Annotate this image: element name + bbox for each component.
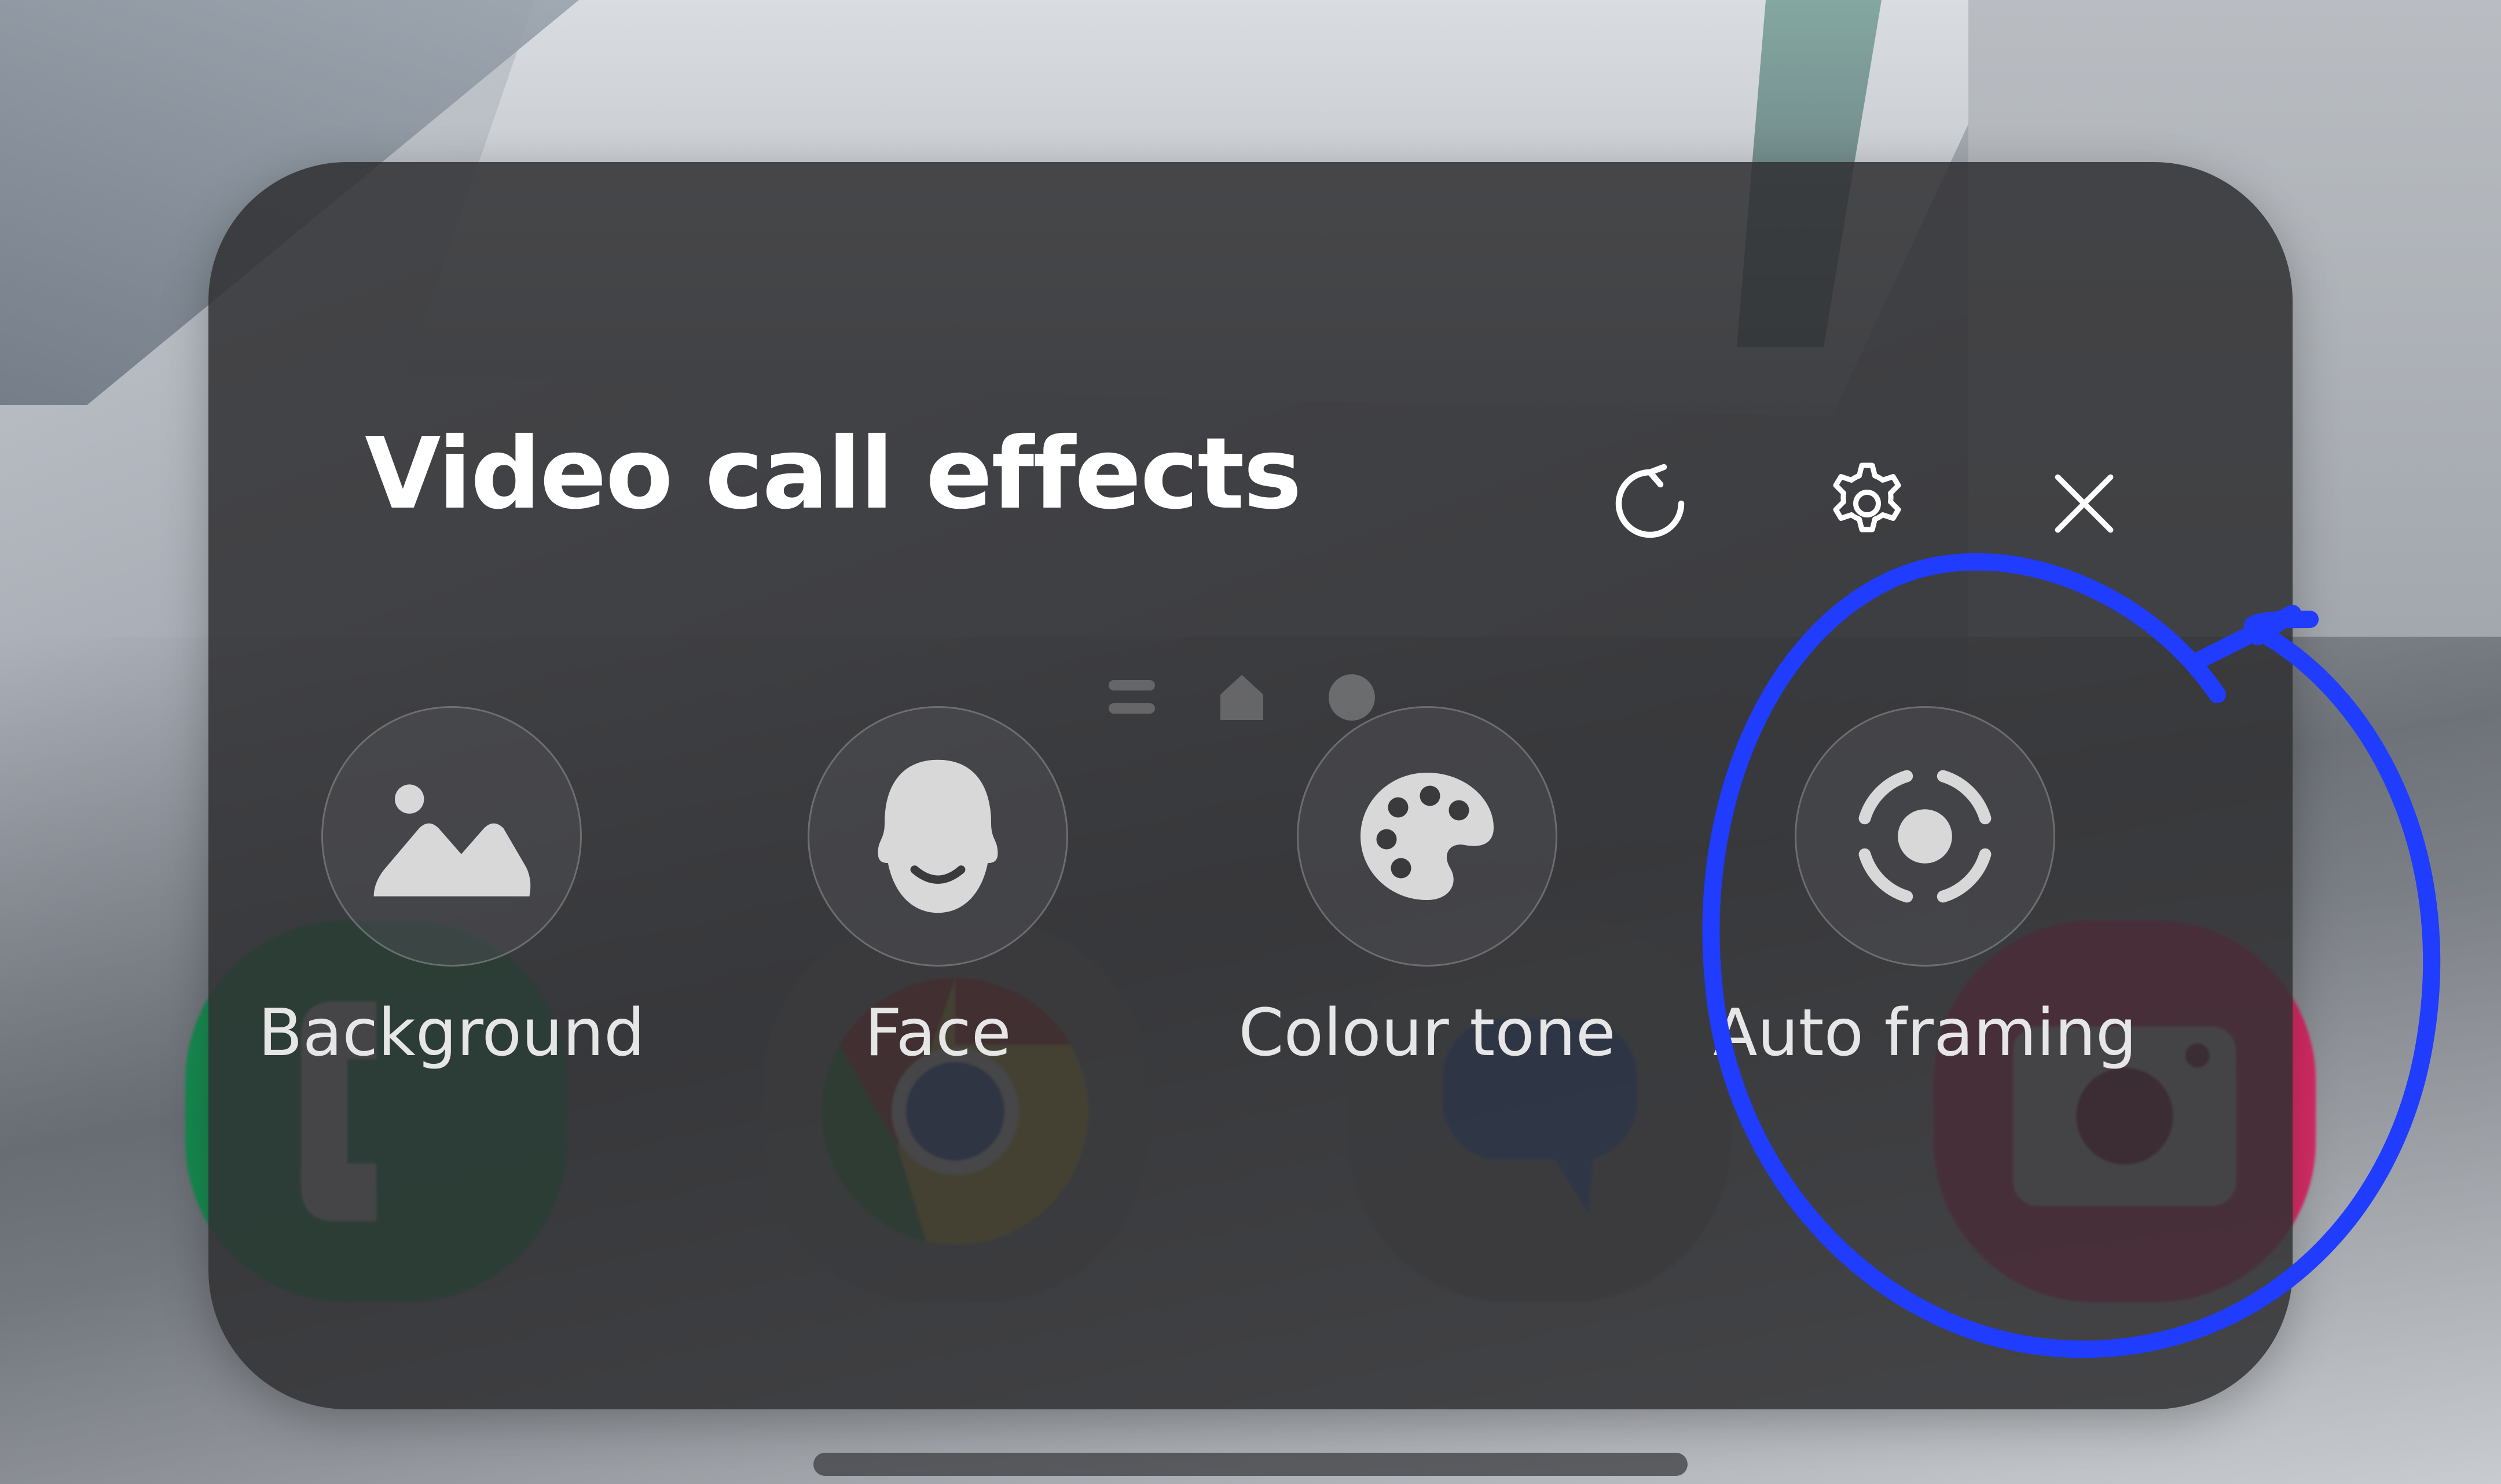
effect-label: Auto framing [1712,996,2137,1071]
close-icon [2055,474,2114,533]
effect-colour-tone[interactable]: Colour tone [1184,706,1670,1111]
close-button[interactable] [2020,440,2148,567]
effect-label: Colour tone [1238,996,1616,1071]
landscape-image-icon [373,784,531,897]
panel-title: Video call effects [365,417,1302,531]
effect-auto-framing[interactable]: Auto framing [1682,706,2168,1111]
reset-icon [1615,464,1685,538]
face-icon [878,759,998,913]
auto-framing-effect-button[interactable] [1795,706,2055,967]
settings-button[interactable] [1803,440,1931,567]
home-screen: Video call effects Background Face Colou… [0,0,2501,1484]
effect-label: Background [258,996,646,1071]
background-effect-button[interactable] [321,706,582,967]
effect-label: Face [864,996,1011,1071]
gear-icon [1833,462,1901,532]
home-gesture-bar[interactable] [813,1453,1688,1476]
colour-tone-effect-button[interactable] [1297,706,1557,967]
face-effect-button[interactable] [808,706,1068,967]
effect-background[interactable]: Background [208,706,695,1111]
auto-framing-icon [1858,770,1992,903]
video-call-effects-panel: Video call effects Background Face Colou… [208,162,2293,1409]
reset-button[interactable] [1586,440,1714,567]
palette-icon [1360,773,1494,900]
effect-face[interactable]: Face [695,706,1181,1111]
